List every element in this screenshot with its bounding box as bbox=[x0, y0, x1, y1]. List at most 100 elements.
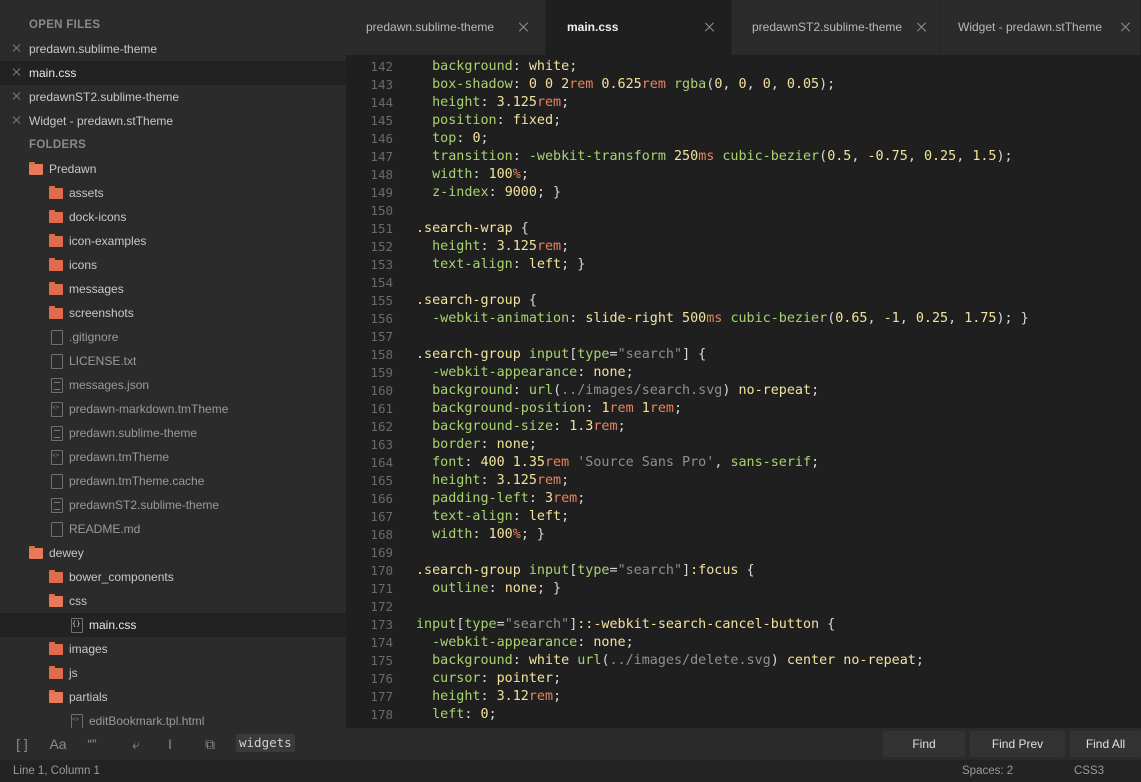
code-line: 165 height: 3.125rem; bbox=[346, 472, 1141, 490]
folder-item[interactable]: bower_components bbox=[0, 565, 346, 589]
folder-icon bbox=[49, 642, 63, 655]
code-token: font bbox=[432, 455, 465, 470]
close-icon[interactable] bbox=[12, 67, 22, 77]
folder-icon bbox=[49, 306, 63, 319]
code-token: none bbox=[593, 635, 626, 650]
file-item[interactable]: README.md bbox=[0, 517, 346, 541]
close-icon[interactable] bbox=[916, 21, 928, 33]
open-file-item[interactable]: Widget - predawn.stTheme bbox=[0, 109, 346, 133]
file-item[interactable]: predawn-markdown.tmTheme bbox=[0, 397, 346, 421]
tab-0[interactable]: predawn.sublime-theme bbox=[346, 0, 546, 55]
open-file-item[interactable]: predawn.sublime-theme bbox=[0, 37, 346, 61]
code-line: 177 height: 3.12rem; bbox=[346, 688, 1141, 706]
code-text: box-shadow: 0 0 2rem 0.625rem rgba(0, 0,… bbox=[416, 76, 835, 94]
close-icon[interactable] bbox=[1120, 21, 1132, 33]
code-token: ; bbox=[811, 383, 820, 398]
close-icon[interactable] bbox=[704, 21, 716, 33]
code-token: ; bbox=[625, 365, 634, 380]
code-text: transition: -webkit-transform 250ms cubi… bbox=[416, 148, 1013, 166]
status-bar: Line 1, Column 1 Spaces: 2 CSS3 bbox=[0, 760, 1141, 782]
find-input[interactable] bbox=[232, 731, 889, 757]
line-number: 158 bbox=[370, 347, 393, 362]
folder-item[interactable]: dewey bbox=[0, 541, 346, 565]
code-line: 155 .search-group { bbox=[346, 292, 1141, 310]
folder-item[interactable]: assets bbox=[0, 181, 346, 205]
folder-item[interactable]: messages bbox=[0, 277, 346, 301]
code-token: cursor bbox=[432, 671, 481, 686]
line-number: 144 bbox=[370, 95, 393, 110]
code-token: = bbox=[496, 617, 505, 632]
file-item[interactable]: predawn.tmTheme bbox=[0, 445, 346, 469]
folder-item[interactable]: images bbox=[0, 637, 346, 661]
open-file-label: main.css bbox=[29, 66, 77, 80]
line-number: 169 bbox=[370, 545, 393, 560]
code-text: -webkit-animation: slide-right 500ms cub… bbox=[416, 310, 1029, 328]
code-token: : bbox=[472, 167, 489, 182]
code-line: 160 background: url(../images/search.svg… bbox=[346, 382, 1141, 400]
in-selection-icon[interactable]: I bbox=[158, 734, 182, 754]
code-text: left: 0; bbox=[416, 706, 497, 724]
file-item[interactable]: predawn.sublime-theme bbox=[0, 421, 346, 445]
code-token: 1 bbox=[601, 401, 610, 416]
highlight-matches-icon[interactable]: ⧉ bbox=[198, 734, 222, 754]
folder-item[interactable]: Predawn bbox=[0, 157, 346, 181]
cursor-position[interactable]: Line 1, Column 1 bbox=[13, 765, 100, 777]
find-prev-button[interactable]: Find Prev bbox=[970, 731, 1065, 757]
line-number: 175 bbox=[370, 653, 393, 668]
case-sensitive-icon[interactable]: Aa bbox=[46, 734, 70, 754]
syntax-status[interactable]: CSS3 bbox=[1074, 765, 1104, 777]
tab-1[interactable]: main.css bbox=[546, 0, 732, 55]
tree-item-label: partials bbox=[69, 690, 108, 704]
file-item[interactable]: main.css bbox=[0, 613, 346, 637]
line-number: 154 bbox=[370, 275, 393, 290]
file-item[interactable]: LICENSE.txt bbox=[0, 349, 346, 373]
folder-item[interactable]: screenshots bbox=[0, 301, 346, 325]
find-button[interactable]: Find bbox=[883, 731, 965, 757]
code-line: 156 -webkit-animation: slide-right 500ms… bbox=[346, 310, 1141, 328]
close-icon[interactable] bbox=[518, 21, 530, 33]
folder-item[interactable]: js bbox=[0, 661, 346, 685]
file-item[interactable]: predawnST2.sublime-theme bbox=[0, 493, 346, 517]
open-file-item[interactable]: main.css bbox=[0, 61, 346, 85]
close-icon[interactable] bbox=[12, 115, 22, 125]
code-text: -webkit-appearance: none; bbox=[416, 634, 634, 652]
file-item[interactable]: editBookmark.tpl.html bbox=[0, 709, 346, 728]
regex-toggle-icon[interactable]: [ ] bbox=[10, 734, 34, 754]
folder-item[interactable]: partials bbox=[0, 685, 346, 709]
folder-item[interactable]: css bbox=[0, 589, 346, 613]
code-token: -webkit-transform bbox=[528, 149, 666, 164]
tab-2[interactable]: predawnST2.sublime-theme bbox=[732, 0, 940, 55]
close-icon[interactable] bbox=[12, 43, 22, 53]
tab-3[interactable]: Widget - predawn.stTheme bbox=[940, 0, 1141, 55]
line-number: 148 bbox=[370, 167, 393, 182]
code-token: , bbox=[867, 311, 884, 326]
file-item[interactable]: messages.json bbox=[0, 373, 346, 397]
file-item[interactable]: predawn.tmTheme.cache bbox=[0, 469, 346, 493]
folder-item[interactable]: icon-examples bbox=[0, 229, 346, 253]
code-token: cubic-bezier bbox=[722, 149, 820, 164]
code-editor[interactable]: 142 background: white; 143 box-shadow: 0 … bbox=[346, 55, 1141, 728]
code-token: ; bbox=[625, 635, 634, 650]
folder-icon bbox=[49, 210, 63, 223]
close-icon[interactable] bbox=[12, 91, 22, 101]
code-token: no-repeat bbox=[738, 383, 812, 398]
find-all-button[interactable]: Find All bbox=[1070, 731, 1141, 757]
folder-item[interactable]: dock-icons bbox=[0, 205, 346, 229]
file-item[interactable]: .gitignore bbox=[0, 325, 346, 349]
open-file-item[interactable]: predawnST2.sublime-theme bbox=[0, 85, 346, 109]
line-number: 168 bbox=[370, 527, 393, 542]
code-token: url bbox=[577, 653, 602, 668]
folder-item[interactable]: icons bbox=[0, 253, 346, 277]
whole-word-icon[interactable]: “” bbox=[80, 734, 104, 754]
code-text: width: 100%; bbox=[416, 166, 529, 184]
code-token: : bbox=[512, 509, 529, 524]
line-number: 160 bbox=[370, 383, 393, 398]
code-token: rem bbox=[569, 77, 594, 92]
indentation-status[interactable]: Spaces: 2 bbox=[962, 765, 1013, 777]
wrap-icon[interactable]: ⤶ bbox=[124, 734, 148, 754]
